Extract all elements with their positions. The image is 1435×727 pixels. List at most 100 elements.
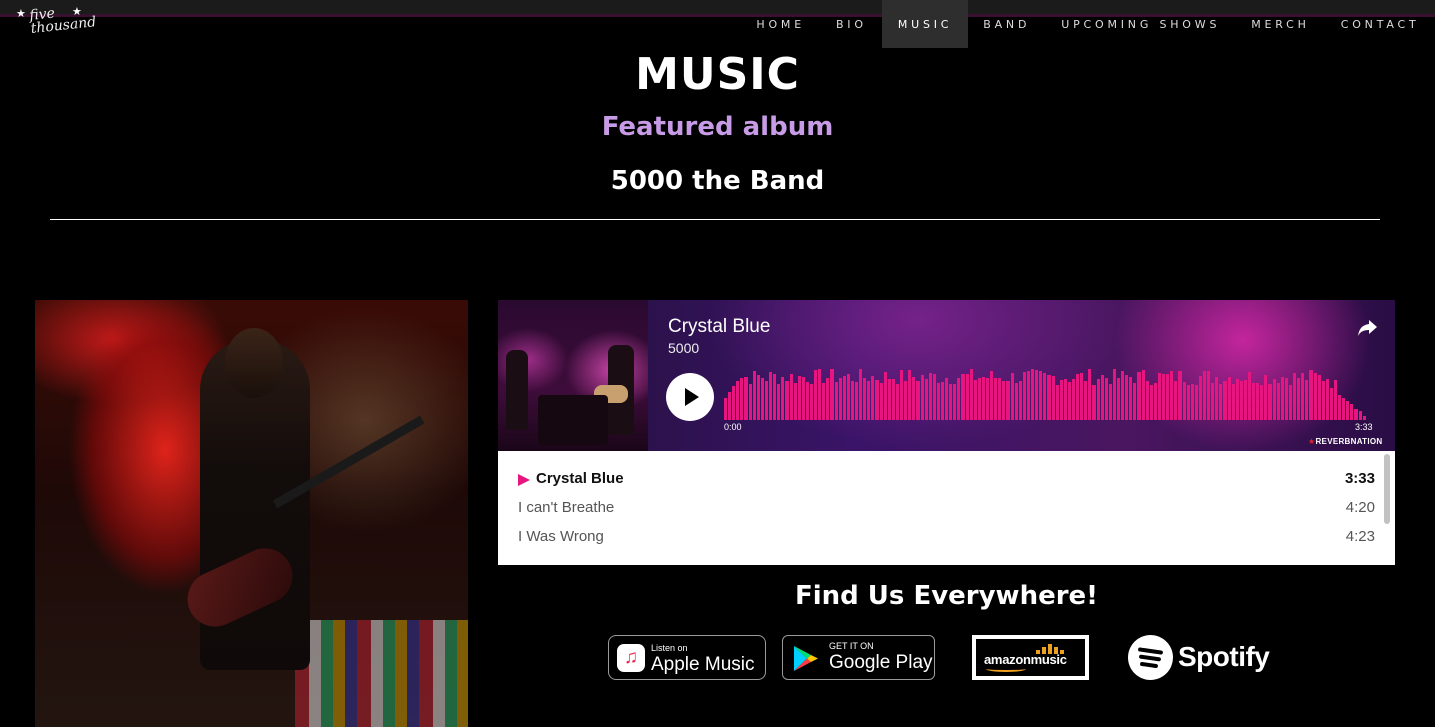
waveform-bar [1022,372,1026,420]
waveform-bar [1157,373,1162,420]
waveform-bar [940,382,945,420]
photo-head [225,328,283,398]
share-icon[interactable] [1356,318,1378,338]
waveform-bar [949,384,953,420]
waveform-bar [801,377,805,420]
logo-text: five thousand [28,5,97,37]
nav-item-contact[interactable]: CONTACT [1325,0,1435,48]
reverbnation-logo[interactable]: ★REVERBNATION [1308,437,1383,446]
google-play-badge-label: Google Play [829,652,933,673]
nav-item-band[interactable]: BAND [968,0,1046,48]
waveform-bar [764,381,769,420]
apple-music-badge-label: Apple Music [651,654,755,675]
music-note-icon: ♫ [617,644,645,672]
waveform-bar [732,386,736,420]
waveform-bar [855,382,859,420]
waveform-bar [1252,383,1256,420]
waveform-bar [883,372,887,420]
waveform-bar [1321,381,1325,420]
find-us-heading: Find Us Everywhere! [794,581,1099,611]
waveform-bar [1125,375,1129,420]
waveform-bar [1137,372,1141,420]
track-duration: 4:20 [1345,499,1375,516]
waveform-bar [1346,401,1350,420]
player-artist[interactable]: 5000 [668,340,699,356]
waveform-bar [879,383,883,420]
waveform-bar [936,383,940,420]
art-figure [506,350,528,430]
waveform-bar [891,379,895,420]
waveform-bar [777,384,781,420]
site-logo[interactable]: ★ ★ five thousand [12,4,107,42]
waveform-bar [1297,378,1301,420]
waveform-bar [986,378,990,420]
music-player: Crystal Blue 5000 0:00 3:33 ★REVERBNATIO… [498,300,1395,451]
track-name: I Was Wrong [518,528,604,545]
tracklist-scrollbar[interactable] [1384,454,1390,524]
star-icon: ★ [16,8,26,20]
spotify-badge[interactable]: Spotify [1128,634,1278,682]
track-row[interactable]: Crystal Blue 3:33 [518,465,1375,494]
waveform-bar [1039,371,1043,420]
waveform-bar [953,384,957,420]
waveform-bar [1248,372,1252,420]
google-play-badge[interactable]: GET IT ON Google Play [782,635,935,680]
waveform[interactable] [724,364,1378,420]
waveform-bar [1211,383,1215,420]
waveform-bar [1006,381,1010,420]
waveform-bar [838,378,842,420]
section-divider [50,219,1380,220]
waveform-bar [1018,381,1022,420]
waveform-bar [932,374,936,420]
waveform-bar [1256,383,1260,420]
waveform-bar [1043,373,1047,420]
waveform-bar [1342,398,1346,420]
waveform-bar [1194,385,1198,420]
waveform-bar [1223,381,1227,420]
album-art [498,300,648,451]
waveform-bar [1227,377,1231,420]
time-total: 3:33 [1355,422,1373,432]
waveform-bar [1141,370,1145,420]
waveform-bar [887,379,891,420]
nav-item-home[interactable]: HOME [741,0,821,48]
waveform-bar [1235,379,1239,420]
nav-item-bio[interactable]: BIO [820,0,882,48]
track-row[interactable]: I Was Wrong 4:23 [518,523,1375,552]
waveform-bar [994,378,998,420]
amazon-music-badge[interactable]: amazonmusic [972,635,1089,680]
waveform-bar [834,382,838,420]
nav-item-music[interactable]: MUSIC [882,0,968,48]
waveform-bar [744,377,748,420]
band-photo [35,300,468,727]
apple-music-badge-small: Listen on [651,643,688,653]
waveform-bar [900,370,904,420]
waveform-bar [756,375,760,420]
waveform-bar [1117,378,1121,420]
waveform-bar [797,376,801,420]
waveform-bar [805,382,809,420]
waveform-bar [826,378,830,420]
waveform-bar [859,369,863,420]
track-row[interactable]: I can't Breathe 4:20 [518,494,1375,523]
waveform-bar [1149,385,1153,420]
waveform-bar [924,379,928,420]
waveform-bar [977,378,981,420]
amazon-music-label: amazonmusic [984,652,1067,667]
nav-item-merch[interactable]: MERCH [1236,0,1326,48]
nav-item-upcoming-shows[interactable]: UPCOMING SHOWS [1046,0,1236,48]
waveform-bar [945,378,949,420]
waveform-bar [1202,371,1207,420]
waveform-bar [1084,381,1088,420]
play-button[interactable] [666,373,714,421]
waveform-bar [842,376,846,420]
waveform-bar [969,369,973,420]
waveform-bar [961,374,965,420]
waveform-bar [1354,409,1358,420]
waveform-bar [1026,371,1031,420]
waveform-bar [1333,380,1338,420]
waveform-bar [973,380,977,420]
waveform-bar [781,377,785,420]
apple-music-badge[interactable]: ♫ Listen on Apple Music [608,635,766,680]
waveform-bar [1076,374,1080,420]
